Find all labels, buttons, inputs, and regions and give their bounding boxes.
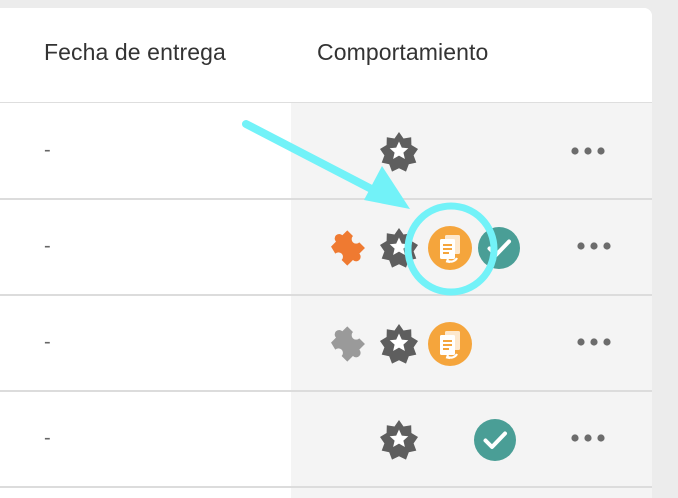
- row-divider: [0, 294, 652, 296]
- more-options-icon[interactable]: [576, 240, 612, 252]
- assignments-table: Fecha de entrega Comportamiento - - - -: [0, 8, 652, 498]
- puzzle-icon[interactable]: [325, 321, 371, 367]
- copy-document-icon[interactable]: [427, 225, 473, 271]
- table-header: Fecha de entrega Comportamiento: [0, 8, 652, 103]
- star-badge-icon[interactable]: [376, 129, 422, 175]
- more-options-icon[interactable]: [576, 336, 612, 348]
- puzzle-icon[interactable]: [325, 225, 371, 271]
- delivery-date-value: -: [44, 139, 51, 161]
- delivery-date-value: -: [44, 331, 51, 353]
- delivery-date-value: -: [44, 235, 51, 257]
- more-options-icon[interactable]: [570, 432, 606, 444]
- row-divider: [0, 390, 652, 392]
- star-badge-icon[interactable]: [376, 417, 422, 463]
- star-badge-icon[interactable]: [376, 225, 422, 271]
- star-badge-icon[interactable]: [376, 321, 422, 367]
- row-divider: [0, 198, 652, 200]
- more-options-icon[interactable]: [570, 145, 606, 157]
- delivery-date-value: -: [44, 427, 51, 449]
- check-circle-icon[interactable]: [476, 225, 522, 271]
- column-header-behavior[interactable]: Comportamiento: [317, 39, 488, 66]
- copy-document-icon[interactable]: [427, 321, 473, 367]
- column-header-delivery-date[interactable]: Fecha de entrega: [44, 39, 226, 66]
- row-divider: [0, 486, 652, 488]
- check-circle-icon[interactable]: [472, 417, 518, 463]
